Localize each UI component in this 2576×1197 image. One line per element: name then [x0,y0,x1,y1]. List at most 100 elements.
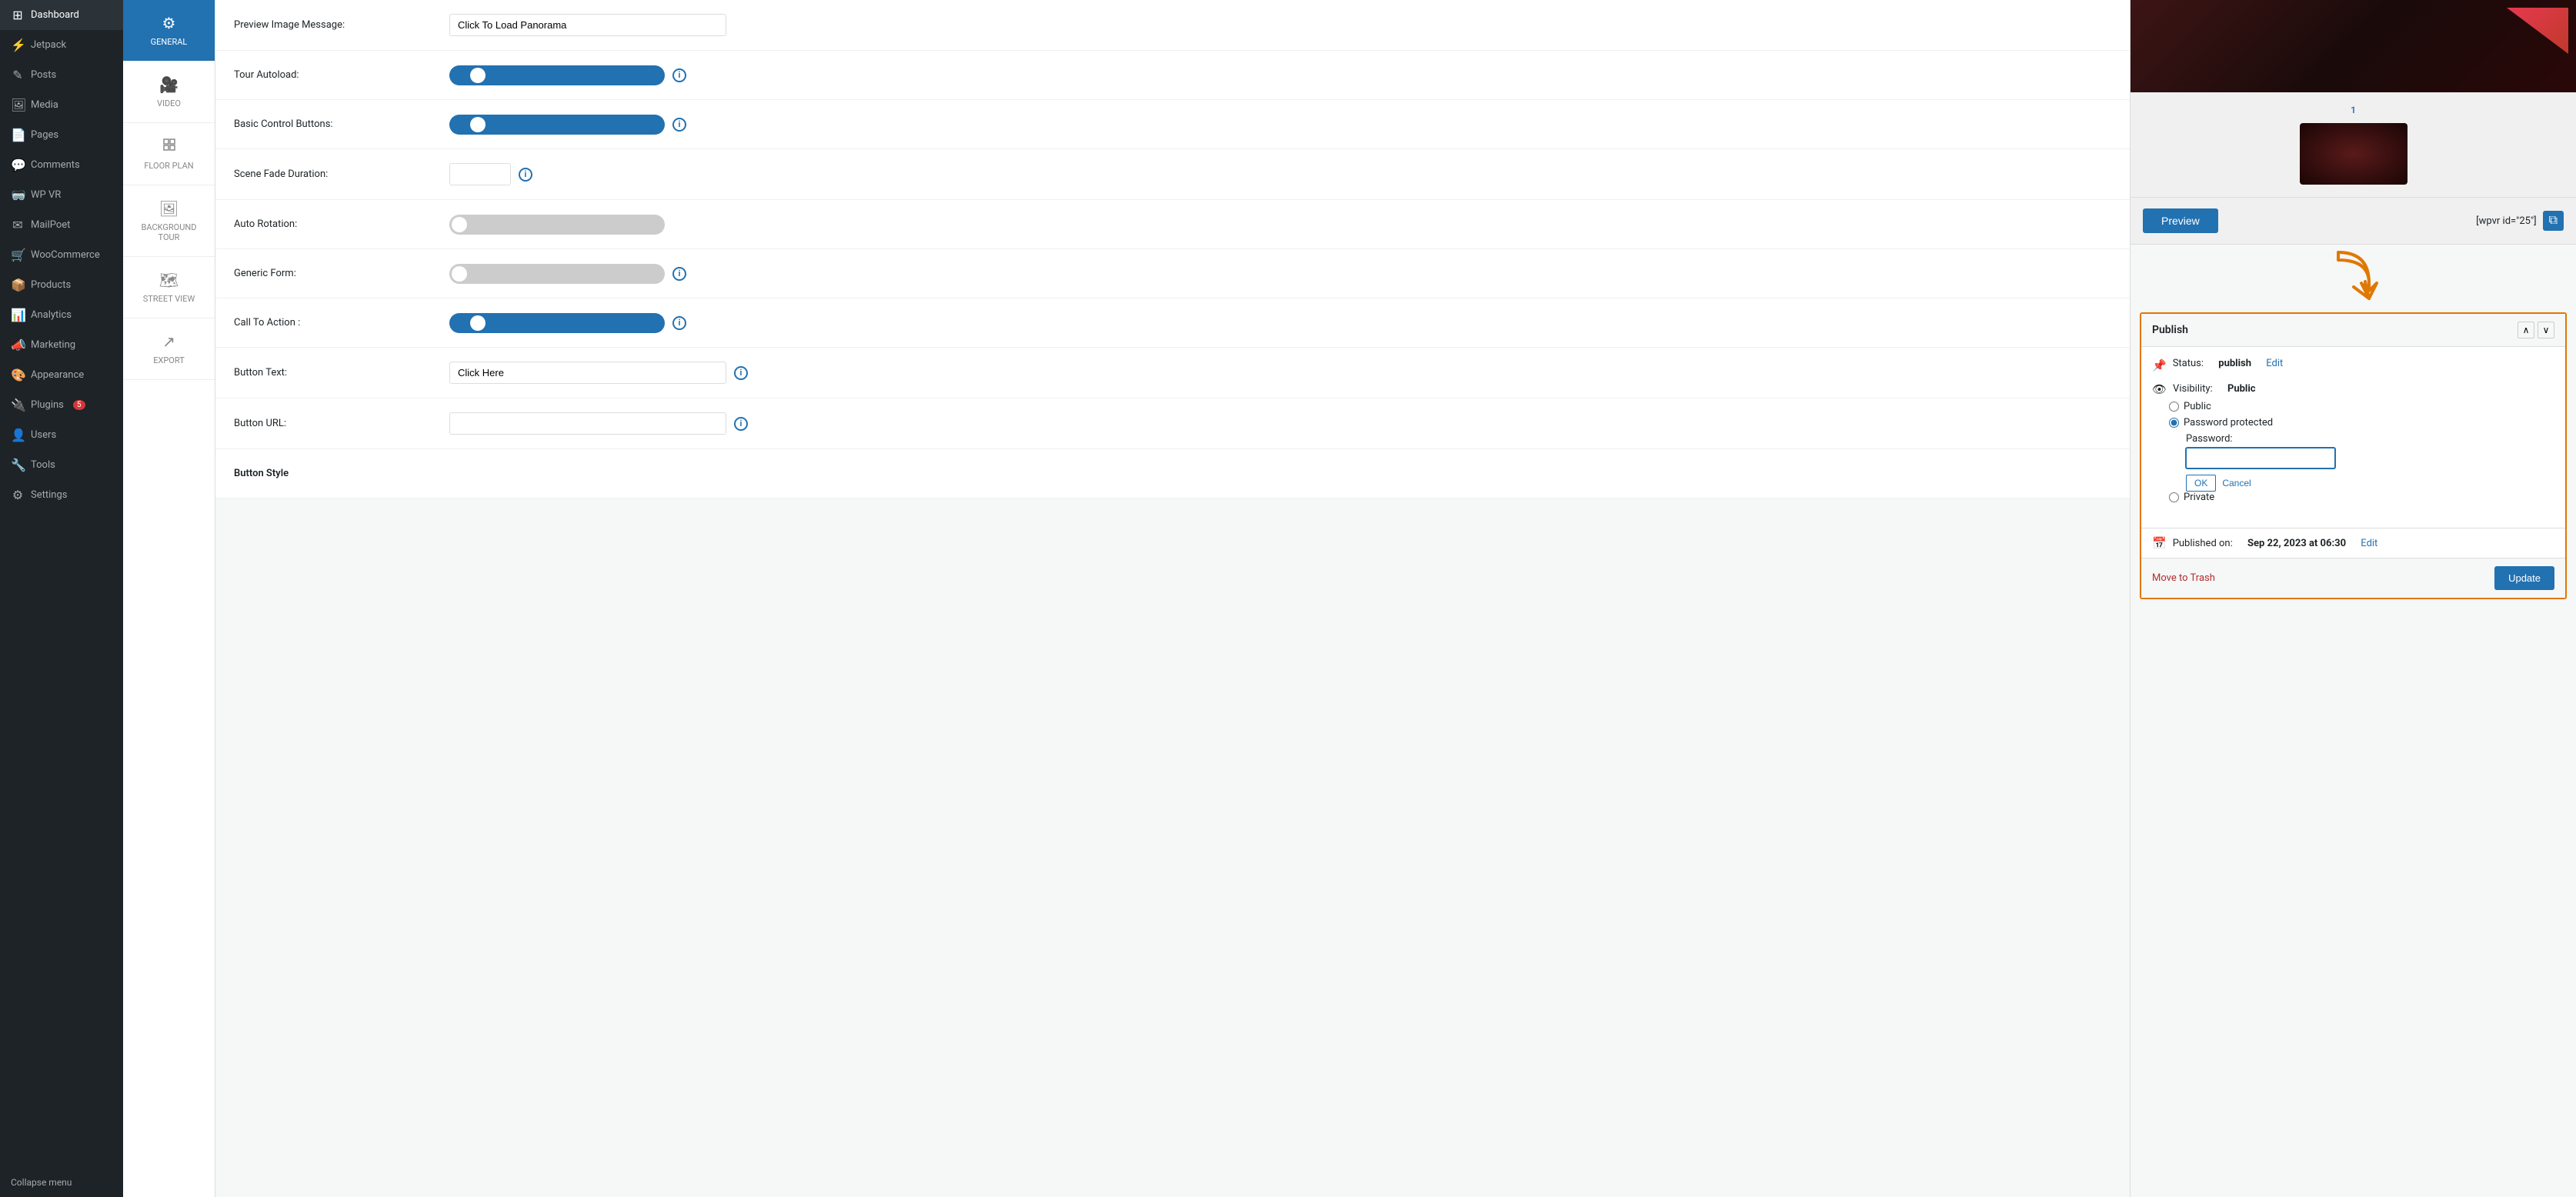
radio-private[interactable] [2169,492,2179,502]
preview-image-message-input[interactable] [449,14,726,36]
analytics-icon: 📊 [11,308,25,322]
sidebar-item-jetpack[interactable]: ⚡ Jetpack [0,30,123,60]
sidebar-item-mailpoet[interactable]: ✉ MailPoet [0,210,123,240]
sub-sidebar-item-export[interactable]: ↗ EXPORT [123,318,215,380]
radio-public[interactable] [2169,402,2179,412]
call-to-action-toggle[interactable] [449,313,665,333]
collapse-menu-button[interactable]: Collapse menu [0,1168,123,1197]
call-to-action-info[interactable]: i [672,316,686,330]
radio-private-option[interactable]: Private [2169,492,2335,503]
basic-control-buttons-info[interactable]: i [672,118,686,132]
sub-sidebar-item-background-tour[interactable]: 🖼 BACKGROUND TOUR [123,185,215,257]
button-url-info[interactable]: i [734,417,748,431]
sidebar-item-comments[interactable]: 💬 Comments [0,150,123,180]
settings-icon: ⚙ [11,488,25,502]
sidebar-item-tools[interactable]: 🔧 Tools [0,450,123,480]
radio-public-label: Public [2184,401,2211,412]
radio-public-option[interactable]: Public [2169,401,2335,412]
sidebar-item-wp-vr[interactable]: 🥽 WP VR [0,180,123,210]
sub-sidebar-item-general[interactable]: ⚙ GENERAL [123,0,215,62]
button-text-input[interactable] [449,362,726,384]
toggle-slider [449,313,665,333]
generic-form-info[interactable]: i [672,267,686,281]
radio-password-option[interactable]: Password protected [2169,417,2335,428]
update-button[interactable]: Update [2494,566,2554,590]
preview-image-area [2131,0,2576,92]
ok-button[interactable]: OK [2186,475,2216,492]
status-icon: 📌 [2152,358,2167,372]
radio-password[interactable] [2169,418,2179,428]
sidebar-item-users[interactable]: 👤 Users [0,420,123,450]
general-icon: ⚙ [162,14,176,32]
status-edit-link[interactable]: Edit [2266,358,2283,369]
scene-fade-duration-label: Scene Fade Duration: [234,168,449,180]
scene-fade-duration-input[interactable] [449,163,511,185]
publish-collapse-button[interactable]: ∧ [2518,322,2534,338]
sidebar-item-settings[interactable]: ⚙ Settings [0,480,123,510]
scene-fade-duration-info[interactable]: i [519,168,532,182]
generic-form-toggle[interactable] [449,264,665,284]
basic-control-buttons-toggle[interactable] [449,115,665,135]
sidebar-item-media[interactable]: 🖼 Media [0,90,123,120]
published-row: 📅 Published on: Sep 22, 2023 at 06:30 Ed… [2141,528,2565,558]
published-label: Published on: [2173,538,2233,549]
button-url-row: Button URL: i [215,398,2130,449]
auto-rotation-row: Auto Rotation: [215,200,2130,249]
cancel-button[interactable]: Cancel [2222,475,2251,492]
toggle-slider [449,65,665,85]
basic-control-buttons-row: Basic Control Buttons: i [215,100,2130,149]
sidebar-item-pages[interactable]: 📄 Pages [0,120,123,150]
button-style-row: Button Style [215,449,2130,498]
sidebar-item-products[interactable]: 📦 Products [0,270,123,300]
sidebar-item-marketing[interactable]: 📣 Marketing [0,330,123,360]
published-edit-link[interactable]: Edit [2361,538,2377,549]
sub-sidebar-item-floor-plan[interactable]: FLOOR PLAN [123,123,215,185]
preview-button[interactable]: Preview [2143,208,2218,233]
call-to-action-row: Call To Action : i [215,298,2130,348]
auto-rotation-toggle[interactable] [449,215,665,235]
publish-box: Publish ∧ ∨ 📌 Status: publish Edit 👁 Vis… [2140,312,2567,599]
marketing-icon: 📣 [11,338,25,352]
sidebar-item-appearance[interactable]: 🎨 Appearance [0,360,123,390]
publish-footer: Move to Trash Update [2141,558,2565,598]
scene-thumbnail[interactable] [2300,123,2407,185]
sidebar-item-label: Pages [31,129,58,141]
sidebar-item-analytics[interactable]: 📊 Analytics [0,300,123,330]
scene-number: 1 [2143,105,2564,115]
button-url-input[interactable] [449,412,726,435]
copy-shortcode-button[interactable]: ⧉ [2543,211,2564,231]
sub-sidebar-item-video[interactable]: 🎥 VIDEO [123,62,215,123]
sidebar-item-plugins[interactable]: 🔌 Plugins 5 [0,390,123,420]
sidebar-item-woocommerce[interactable]: 🛒 WooCommerce [0,240,123,270]
password-input[interactable] [2186,448,2335,468]
sidebar-item-posts[interactable]: ✎ Posts [0,60,123,90]
publish-title: Publish [2152,324,2188,336]
sub-sidebar-item-label: EXPORT [153,355,185,365]
button-text-label: Button Text: [234,367,449,378]
tour-autoload-toggle[interactable] [449,65,665,85]
sidebar-item-dashboard[interactable]: ⊞ Dashboard [0,0,123,30]
visibility-options: Public Password protected Password: OK C… [2169,401,2335,508]
shortcode-text: [wpvr id="25"] [2476,215,2536,227]
button-text-info[interactable]: i [734,366,748,380]
shortcode-area: [wpvr id="25"] ⧉ [2476,211,2564,231]
publish-expand-button[interactable]: ∨ [2538,322,2554,338]
tools-icon: 🔧 [11,458,25,472]
call-to-action-label: Call To Action : [234,317,449,328]
right-panel: 1 Preview [wpvr id="25"] ⧉ Publish ∧ ∨ [2130,0,2576,1197]
sub-sidebar-item-label: FLOOR PLAN [144,161,193,171]
sub-sidebar-item-label: STREET VIEW [143,294,195,304]
move-to-trash-link[interactable]: Move to Trash [2152,572,2215,584]
sub-sidebar-item-street-view[interactable]: 🗺 STREET VIEW [123,257,215,318]
plugins-icon: 🔌 [11,398,25,412]
tour-autoload-info[interactable]: i [672,68,686,82]
sidebar-item-label: Posts [31,69,56,81]
sidebar-item-label: MailPoet [31,219,70,231]
tour-autoload-field: i [449,65,2111,85]
sidebar-item-label: Marketing [31,339,75,351]
sidebar: ⊞ Dashboard ⚡ Jetpack ✎ Posts 🖼 Media 📄 … [0,0,123,1197]
plugins-badge: 5 [73,400,85,410]
sidebar-item-label: Products [31,279,71,291]
sub-sidebar: ⚙ GENERAL 🎥 VIDEO FLOOR PLAN 🖼 BACKGROUN… [123,0,215,1197]
generic-form-field: i [449,264,2111,284]
